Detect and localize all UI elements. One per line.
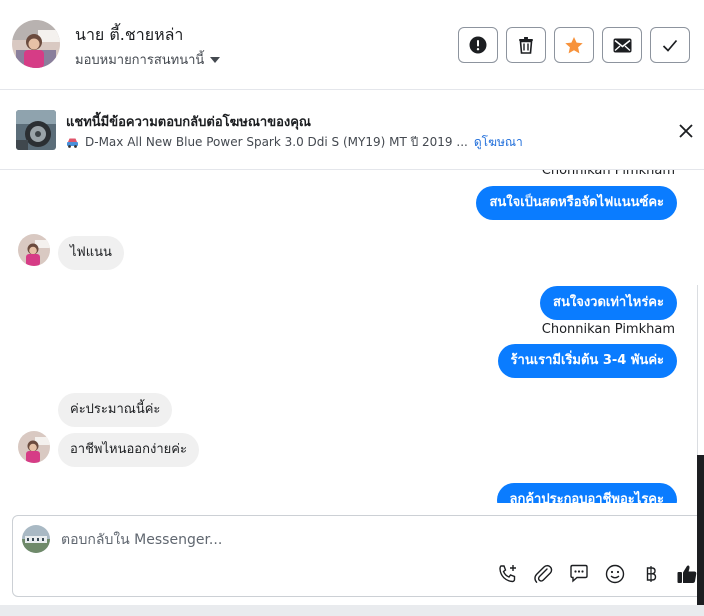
ad-thumbnail[interactable] <box>16 110 56 150</box>
baht-icon <box>646 566 657 582</box>
outgoing-message[interactable]: ร้านเรามีเริ่มต้น 3-4 พันค่ะ <box>497 344 677 378</box>
payment-button[interactable] <box>640 563 662 585</box>
side-panel-edge <box>697 455 704 616</box>
envelope-icon <box>613 38 631 52</box>
sender-name: Chonnikan Pimkham <box>541 170 675 178</box>
star-button[interactable] <box>554 27 594 63</box>
reply-composer <box>12 515 704 597</box>
ad-reply-title: แชทนี้มีข้อความตอบกลับต่อโฆษณาของคุณ <box>66 115 311 130</box>
contact-avatar-small <box>18 431 50 463</box>
saved-replies-button[interactable] <box>568 563 590 585</box>
delete-button[interactable] <box>506 27 546 63</box>
incoming-message[interactable]: ค่ะประมาณนี้ค่ะ <box>58 393 173 427</box>
message-thread[interactable]: Chonnikan Pimkham สนใจเป็นสดหรือจัดไฟแนน… <box>0 170 704 503</box>
conversation-header: นาย ตี้.ชายหล่า มอบหมายการสนทนานี้ <box>0 0 704 90</box>
attach-button[interactable] <box>532 563 554 585</box>
contact-avatar[interactable] <box>12 20 60 68</box>
smiley-icon <box>605 564 625 584</box>
page-avatar <box>22 525 50 553</box>
assign-conversation-dropdown[interactable]: มอบหมายการสนทนานี้ <box>75 49 221 70</box>
paperclip-icon <box>534 564 553 583</box>
outgoing-message[interactable]: สนใจเป็นสดหรือจัดไฟแนนซ์คะ <box>476 186 677 220</box>
outgoing-message[interactable]: ลูกค้าประกอบอาชีพอะไรคะ <box>496 483 677 503</box>
thumbs-up-icon <box>677 565 697 583</box>
contact-avatar-small <box>18 234 50 266</box>
sender-name: Chonnikan Pimkham <box>541 322 675 337</box>
caret-down-icon <box>210 56 221 63</box>
call-button[interactable] <box>497 563 519 585</box>
checkmark-icon <box>662 39 678 52</box>
ad-product-line: D-Max All New Blue Power Spark 3.0 Ddi S… <box>66 133 523 152</box>
outgoing-message[interactable]: สนใจงวดเท่าไหร่คะ <box>540 286 677 320</box>
close-banner-button[interactable] <box>676 121 696 141</box>
mark-unread-button[interactable] <box>602 27 642 63</box>
panel-divider <box>697 285 698 455</box>
car-icon <box>67 138 78 148</box>
ad-reply-banner: แชทนี้มีข้อความตอบกลับต่อโฆษณาของคุณ D-M… <box>0 91 704 170</box>
assign-conversation-label: มอบหมายการสนทนานี้ <box>75 53 205 68</box>
exclamation-circle-icon <box>469 36 487 54</box>
phone-plus-icon <box>499 565 516 583</box>
incoming-message[interactable]: ไฟแนน <box>58 236 124 270</box>
view-ad-link[interactable]: ดูโฆษณา <box>474 133 523 152</box>
reply-input[interactable] <box>61 528 661 552</box>
mark-done-button[interactable] <box>650 27 690 63</box>
star-icon <box>565 36 583 53</box>
report-spam-button[interactable] <box>458 27 498 63</box>
ad-product-name: D-Max All New Blue Power Spark 3.0 Ddi S… <box>85 135 468 149</box>
close-icon <box>679 124 693 138</box>
like-button[interactable] <box>675 563 699 585</box>
contact-name: นาย ตี้.ชายหล่า <box>75 25 184 44</box>
trash-icon <box>519 37 533 54</box>
emoji-button[interactable] <box>604 563 626 585</box>
bottom-bar <box>0 605 704 616</box>
incoming-message[interactable]: อาชีพไหนออกง่ายค่ะ <box>58 433 199 467</box>
chat-bubble-icon <box>570 564 588 583</box>
